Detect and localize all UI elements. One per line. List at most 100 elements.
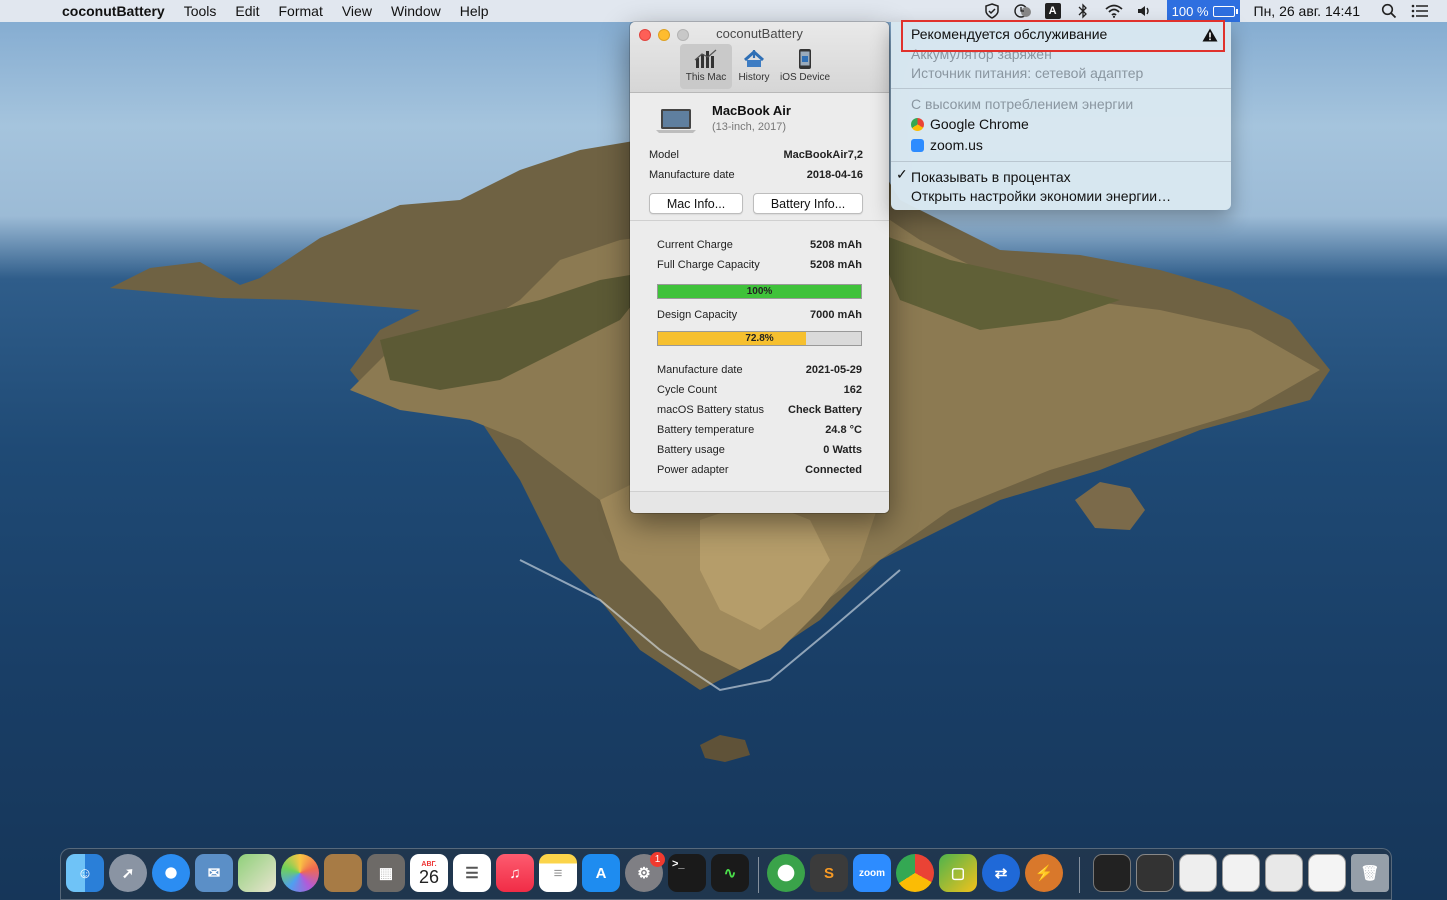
menu-header-high-energy: С высоким потреблением энергии <box>911 96 1134 112</box>
music-icon[interactable]: ♫ <box>496 854 534 892</box>
dock: ☺ ➚ ✉ ▦ АВГ. 26 ☰ ♫ ≡ A ⚙ 1 >_ ∿ S zoom … <box>60 848 1392 900</box>
menu-edit[interactable]: Edit <box>235 3 259 19</box>
tab-history[interactable]: History <box>734 44 774 89</box>
chrome-icon[interactable] <box>896 854 934 892</box>
calendar-icon[interactable]: АВГ. 26 <box>410 854 448 892</box>
mac-info-button[interactable]: Mac Info... <box>649 193 743 214</box>
detail-label: Battery usage <box>657 444 725 456</box>
macbook-icon <box>656 108 696 139</box>
notes-icon[interactable]: ≡ <box>539 854 577 892</box>
trash-icon[interactable]: 🗑 <box>1351 854 1389 892</box>
menu-item-app-zoom[interactable]: zoom.us <box>911 135 983 155</box>
menu-help[interactable]: Help <box>460 3 489 19</box>
dock-separator <box>1079 857 1080 893</box>
full-charge-row: Full Charge Capacity 5208 mAh <box>657 259 862 271</box>
detail-value: Connected <box>805 464 862 476</box>
window-thumb-5[interactable] <box>1265 854 1303 892</box>
app-menu[interactable]: coconutBattery <box>62 3 165 19</box>
photos-icon[interactable] <box>281 854 319 892</box>
notification-center-icon[interactable] <box>1411 3 1429 19</box>
menu-separator <box>891 88 1231 89</box>
current-charge-value: 5208 mAh <box>810 239 862 251</box>
tab-this-mac[interactable]: This Mac <box>680 44 732 89</box>
detail-row: macOS Battery status Check Battery <box>657 404 862 416</box>
clock-icon[interactable] <box>1013 3 1032 19</box>
charge-level-label: 100% <box>746 286 773 297</box>
design-capacity-row: Design Capacity 7000 mAh <box>657 309 862 321</box>
terminal-icon[interactable]: >_ <box>668 854 706 892</box>
menu-item-app-chrome[interactable]: Google Chrome <box>911 114 1029 134</box>
detail-value: 2021-05-29 <box>805 364 862 376</box>
launchpad-icon[interactable]: ➚ <box>109 854 147 892</box>
tab-ios-device[interactable]: iOS Device <box>776 44 834 89</box>
tab-ios-device-label: iOS Device <box>779 72 830 83</box>
mac-manufacture-label: Manufacture date <box>649 169 735 181</box>
contacts-icon[interactable] <box>324 854 362 892</box>
sublime-icon[interactable]: S <box>810 854 848 892</box>
menu-view[interactable]: View <box>342 3 372 19</box>
reminders-icon[interactable]: ☰ <box>453 854 491 892</box>
menu-tools[interactable]: Tools <box>184 3 217 19</box>
bluetooth-icon[interactable] <box>1074 3 1092 19</box>
status-area: A 100 % Пн, 26 авг. 14:41 <box>983 0 1447 22</box>
detail-value: 162 <box>843 384 862 396</box>
detail-value: Check Battery <box>788 404 862 416</box>
settings-badge: 1 <box>650 852 665 867</box>
app-name: zoom.us <box>930 137 983 153</box>
finder-icon[interactable]: ☺ <box>66 854 104 892</box>
detail-label: Manufacture date <box>657 364 743 376</box>
input-source-icon[interactable]: A <box>1044 3 1061 19</box>
battery-info-button[interactable]: Battery Info... <box>753 193 863 214</box>
detail-label: Power adapter <box>657 464 729 476</box>
window-thumb-4[interactable] <box>1222 854 1260 892</box>
window-thumb-6[interactable] <box>1308 854 1346 892</box>
detail-label: Battery temperature <box>657 424 755 436</box>
vpn-icon[interactable] <box>767 854 805 892</box>
window-thumb-2[interactable] <box>1136 854 1174 892</box>
wifi-icon[interactable] <box>1105 3 1123 19</box>
shield-icon[interactable] <box>983 3 1001 19</box>
menu-window[interactable]: Window <box>391 3 441 19</box>
window-thumb-3[interactable] <box>1179 854 1217 892</box>
phone-icon <box>776 46 834 72</box>
spotlight-search-icon[interactable] <box>1380 3 1398 19</box>
battery-percent: 100 % <box>1171 3 1209 19</box>
menu-bar: coconutBattery Tools Edit Format View Wi… <box>0 0 1447 22</box>
messages-icon[interactable]: ▢ <box>939 854 977 892</box>
current-charge-row: Current Charge 5208 mAh <box>657 239 862 251</box>
mail-icon[interactable]: ✉ <box>195 854 233 892</box>
spark-icon[interactable]: ⚡ <box>1025 854 1063 892</box>
menu-format[interactable]: Format <box>279 3 323 19</box>
menu-item-open-energy-settings[interactable]: Открыть настройки экономии энергии… <box>911 186 1171 206</box>
design-capacity-value: 7000 mAh <box>810 309 862 321</box>
model-row: Model MacBookAir7,2 <box>649 149 863 161</box>
window-toolbar: coconutBattery This Mac History iOS Devi… <box>630 22 889 93</box>
battery-status-item[interactable]: 100 % <box>1166 0 1240 22</box>
coconutbattery-window: coconutBattery This Mac History iOS Devi… <box>630 22 889 513</box>
battery-section: Current Charge 5208 mAh Full Charge Capa… <box>630 221 889 493</box>
tab-history-label: History <box>738 72 770 83</box>
annotation-highlight-box <box>901 20 1225 52</box>
capacity-health-bar: 72.8% <box>657 331 862 346</box>
calculator-icon[interactable]: ▦ <box>367 854 405 892</box>
full-charge-label: Full Charge Capacity <box>657 259 760 271</box>
window-footer <box>630 491 889 513</box>
detail-label: macOS Battery status <box>657 404 764 416</box>
model-label: Model <box>649 149 679 161</box>
teamviewer-icon[interactable]: ⇄ <box>982 854 1020 892</box>
detail-value: 24.8 °C <box>825 424 862 436</box>
menubar-clock[interactable]: Пн, 26 авг. 14:41 <box>1254 3 1360 19</box>
activity-monitor-icon[interactable]: ∿ <box>711 854 749 892</box>
menu-item-show-percent[interactable]: Показывать в процентах <box>911 167 1071 187</box>
history-icon <box>734 46 774 72</box>
volume-icon[interactable] <box>1136 3 1154 19</box>
zoom-icon[interactable]: zoom <box>853 854 891 892</box>
full-charge-value: 5208 mAh <box>810 259 862 271</box>
window-thumb-1[interactable] <box>1093 854 1131 892</box>
menu-separator <box>891 161 1231 162</box>
chrome-icon <box>911 118 924 131</box>
maps-icon[interactable] <box>238 854 276 892</box>
app-store-icon[interactable]: A <box>582 854 620 892</box>
window-title: coconutBattery <box>716 26 803 41</box>
safari-icon[interactable] <box>152 854 190 892</box>
